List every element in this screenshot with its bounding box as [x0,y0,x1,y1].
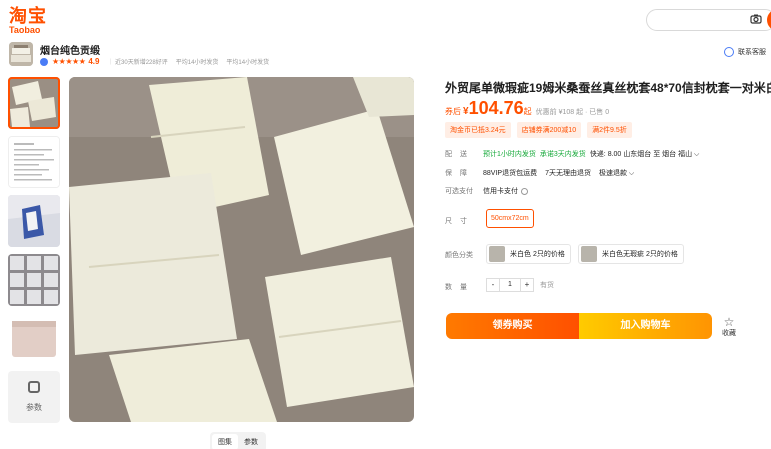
gallery-tabs: 图集 参数 [210,432,266,449]
chat-icon [724,47,734,57]
divider: | [109,58,112,65]
shop-ship-stat-2: 平均14小时发货 [226,60,270,66]
product-title: 外贸尾单微瑕疵19姆米桑蚕丝真丝枕套48*70信封枕套一对米白色 [445,81,771,95]
shop-avatar[interactable] [9,42,33,66]
thumbnail-4[interactable] [8,254,60,306]
guarantee-item: 7天无理由退货 [545,170,591,177]
taobao-logo[interactable]: 淘宝 Taobao [9,7,47,35]
color-option-label: 米白色无瑕疵 2只的价格 [602,251,678,258]
rating-stars-icon: ★★★★★ [52,57,86,66]
contact-label: 联系客服 [738,49,766,56]
delivery-promise-2: 承诺3天内发货 [539,151,586,158]
coupon-tag[interactable]: 满2件9.5折 [587,122,632,138]
favorite-label: 收藏 [722,330,736,337]
qty-plus-button[interactable]: + [520,278,534,292]
price-row: 券后 ¥ 104.76 起 优惠前 ¥108 起 · 已售 0 [445,98,609,119]
thumbnail-image [8,254,60,306]
thumbnail-image [8,195,60,247]
verified-icon [40,57,48,66]
color-option-1[interactable]: 米白色 2只的价格 [486,244,571,264]
color-swatch [581,246,597,262]
coupon-tag[interactable]: 淘金币已抵3.24元 [445,122,511,138]
thumbnail-image [8,313,60,365]
price-suffix: 起 [523,107,532,116]
size-label: 尺 寸 [445,218,470,225]
coupon-list: 淘金币已抵3.24元 店铺券满200减10 满2件9.5折 [445,122,632,138]
size-option[interactable]: 50cmx72cm [486,209,534,228]
thumbnail-5[interactable] [8,313,60,365]
delivery-label: 配 送 [445,151,470,158]
guarantee-item: 88VIP退货包运费 [483,170,538,177]
add-to-cart-button[interactable]: 加入购物车 [579,313,712,339]
coupon-tag[interactable]: 店铺券满200减10 [516,122,582,138]
stock-status: 有货 [540,282,554,289]
delivery-address[interactable]: 快递: 8.00 山东烟台 至 烟台 福山 ⌵ [590,149,700,159]
thumbnail-3[interactable] [8,195,60,247]
qty-input[interactable]: 1 [500,278,520,292]
camera-icon[interactable] [750,13,762,25]
params-thumbnail[interactable]: 参数 [8,371,60,423]
contact-service-button[interactable]: 联系客服 [724,47,766,57]
star-icon: ☆ [723,315,735,329]
color-swatch [489,246,505,262]
price-before-discount: 优惠前 ¥108 起 · 已售 0 [535,109,610,116]
thumbnail-1[interactable] [8,77,60,129]
payment-label: 可选支付 [445,188,473,195]
shop-rating: 4.9 [88,57,100,66]
delivery-promise: 预计1小时内发货 [483,151,536,158]
price-prefix: 券后 [445,107,461,116]
payment-row: 可选支付 信用卡支付 [445,186,528,196]
delivery-row: 配 送 预计1小时内发货 承诺3天内发货 快递: 8.00 山东烟台 至 烟台 … [445,149,699,159]
buy-with-coupon-button[interactable]: 领券购买 [446,313,579,339]
tab-params[interactable]: 参数 [238,434,264,449]
thumbnail-image [8,77,60,129]
qty-minus-button[interactable]: - [486,278,500,292]
guarantee-row: 保 障 88VIP退货包运费 7天无理由退货 极速退款 ⌵ [445,168,634,178]
main-product-image[interactable] [69,77,414,422]
guarantee-label: 保 障 [445,170,470,177]
params-label: 参数 [26,403,42,412]
logo-cn: 淘宝 [9,6,47,26]
search-input[interactable] [655,10,750,30]
shop-meta: ★★★★★ 4.9 | 近30天新增228好评 平均14小时发货 平均14小时发… [40,57,269,66]
params-icon [28,381,40,393]
tab-gallery[interactable]: 图集 [212,434,238,449]
logo-en: Taobao [9,25,41,35]
color-option-label: 米白色 2只的价格 [510,251,565,258]
shop-review-stat: 近30天新增228好评 [115,60,168,66]
search-box [646,9,771,31]
color-option-2[interactable]: 米白色无瑕疵 2只的价格 [578,244,684,264]
shop-ship-stat: 平均14小时发货 [175,60,219,66]
info-icon[interactable] [521,187,528,195]
payment-value: 信用卡支付 [483,188,518,195]
quantity-label: 数 量 [445,284,470,291]
favorite-button[interactable]: ☆ 收藏 [722,316,736,338]
shop-name[interactable]: 烟台纯色贡缎 [40,42,100,57]
guarantee-more[interactable]: 极速退款 ⌵ [599,168,634,178]
price-value: 104.76 [468,98,524,118]
color-label: 颜色分类 [445,252,473,259]
quantity-stepper: - 1 + 有货 [486,278,554,292]
thumbnail-2[interactable] [8,136,60,188]
search-button[interactable] [767,9,771,31]
thumbnail-image [9,137,59,187]
product-photo [69,77,414,422]
